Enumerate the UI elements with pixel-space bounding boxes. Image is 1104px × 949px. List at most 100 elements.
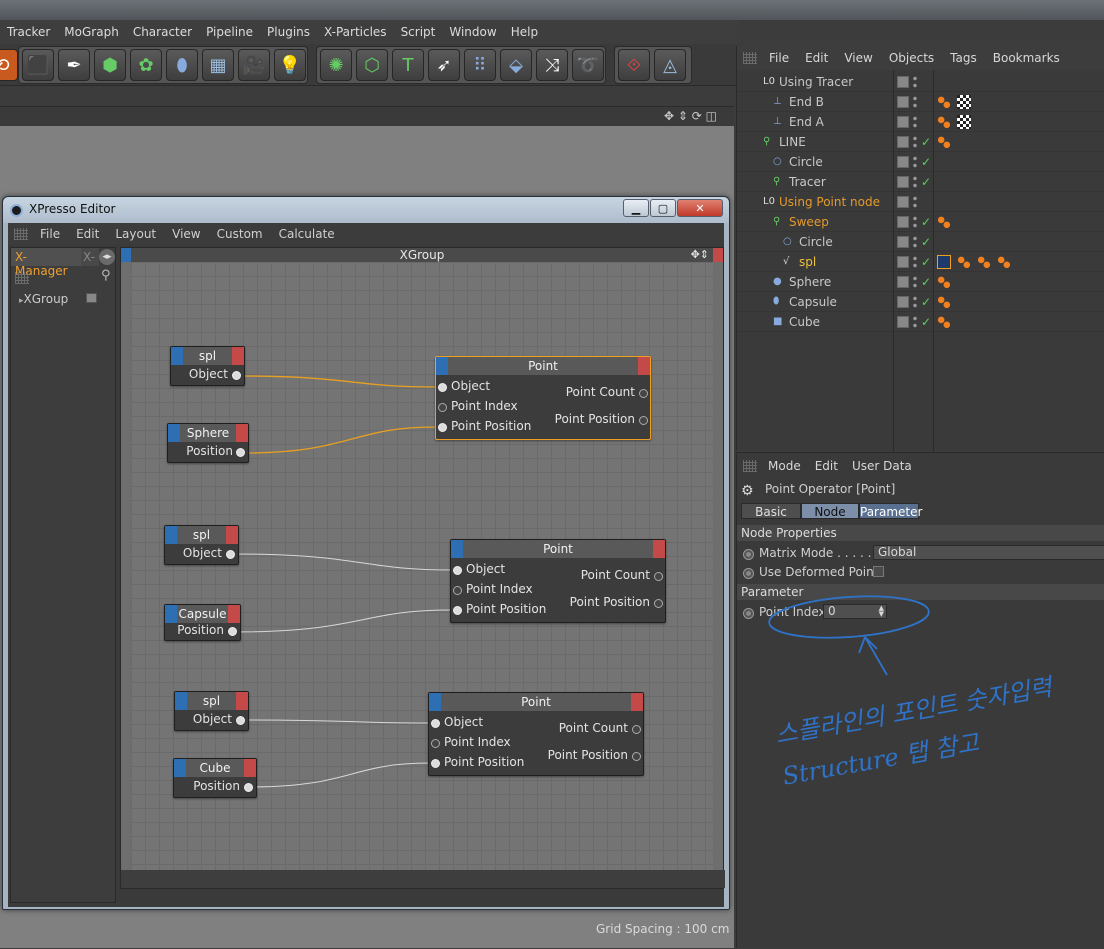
tab-x-manager[interactable]: X-Manager xyxy=(11,248,81,278)
visibility-icon[interactable] xyxy=(897,316,909,328)
enabled-check-icon[interactable]: ✓ xyxy=(921,312,931,332)
object-row[interactable]: ⚲ Sweep ✓ xyxy=(737,212,1104,232)
object-node-cube[interactable]: Cube Position xyxy=(173,758,257,798)
tag-icon[interactable] xyxy=(937,115,951,129)
close-button[interactable]: ✕ xyxy=(677,199,723,217)
text-icon[interactable]: T xyxy=(392,49,424,81)
visibility-icon[interactable] xyxy=(897,176,909,188)
tag-icon[interactable] xyxy=(977,255,991,269)
cloner-icon[interactable]: ✿ xyxy=(130,49,162,81)
object-row[interactable]: ⚲ LINE ✓ xyxy=(737,132,1104,152)
menu-item[interactable]: Layout xyxy=(107,227,164,241)
object-row[interactable]: ⚲ Tracer ✓ xyxy=(737,172,1104,192)
menu-item[interactable]: Script xyxy=(394,25,443,39)
port-in-dot[interactable] xyxy=(453,566,462,575)
object-row[interactable]: ○ Circle ✓ xyxy=(737,232,1104,252)
tag-icon[interactable] xyxy=(937,295,951,309)
visibility-icon[interactable] xyxy=(897,156,909,168)
port-out-dot[interactable] xyxy=(244,783,253,792)
menu-item[interactable]: Custom xyxy=(209,227,271,241)
minimize-button[interactable]: ▁ xyxy=(623,199,649,217)
port-out-dot[interactable] xyxy=(236,448,245,457)
undo-icon[interactable]: ⟲ xyxy=(0,49,18,81)
checker-icon[interactable] xyxy=(957,115,971,129)
menu-item[interactable]: Tracker xyxy=(0,25,57,39)
enabled-check-icon[interactable]: ✓ xyxy=(921,132,931,152)
render-dots-icon[interactable] xyxy=(913,75,917,89)
port-out-dot[interactable] xyxy=(236,716,245,725)
menu-item[interactable]: Pipeline xyxy=(199,25,260,39)
effector-icon[interactable]: ⬙ xyxy=(500,49,532,81)
render-dots-icon[interactable] xyxy=(913,255,917,269)
visibility-icon[interactable] xyxy=(897,276,909,288)
menu-item[interactable]: Edit xyxy=(68,227,107,241)
render-dots-icon[interactable] xyxy=(913,95,917,109)
enabled-check-icon[interactable]: ✓ xyxy=(921,212,931,232)
port-in-dot[interactable] xyxy=(431,719,440,728)
port-out-dot[interactable] xyxy=(228,627,237,636)
tag-icon[interactable] xyxy=(937,275,951,289)
port-in-dot[interactable] xyxy=(431,739,440,748)
visibility-icon[interactable] xyxy=(897,96,909,108)
tag-icon[interactable] xyxy=(937,315,951,329)
render-dots-icon[interactable] xyxy=(913,235,917,249)
enabled-check-icon[interactable]: ✓ xyxy=(921,232,931,252)
object-row[interactable]: ■ Cube ✓ xyxy=(737,312,1104,332)
menu-item[interactable]: File xyxy=(761,51,797,65)
checker-icon[interactable] xyxy=(957,95,971,109)
menu-item[interactable]: Calculate xyxy=(271,227,343,241)
menu-item[interactable]: X-Particles xyxy=(317,25,394,39)
menu-item[interactable]: Objects xyxy=(881,51,942,65)
render-dots-icon[interactable] xyxy=(913,195,917,209)
object-row[interactable]: L0 Using Tracer xyxy=(737,72,1104,92)
tag-icon[interactable] xyxy=(937,215,951,229)
floor-icon[interactable]: ▦ xyxy=(202,49,234,81)
menu-item[interactable]: File xyxy=(32,227,68,241)
hair-icon[interactable]: ➶ xyxy=(428,49,460,81)
visibility-icon[interactable] xyxy=(897,236,909,248)
spline-icon[interactable]: ➰ xyxy=(572,49,604,81)
xgroup-tree-item[interactable]: ▸XGroup xyxy=(19,292,98,306)
tab-x-pool[interactable]: X- xyxy=(81,248,99,266)
menu-item[interactable]: MoGraph xyxy=(57,25,126,39)
render-dots-icon[interactable] xyxy=(913,175,917,189)
tag-icon[interactable] xyxy=(997,255,1011,269)
object-node-sphere[interactable]: Sphere Position xyxy=(167,423,249,463)
scene-icon[interactable]: ◬ xyxy=(654,49,686,81)
viewport-nav-icon[interactable]: ✥ ⇕ ⟳ ◫ xyxy=(664,109,717,123)
menu-item[interactable]: View xyxy=(164,227,208,241)
visibility-icon[interactable] xyxy=(897,296,909,308)
port-in-dot[interactable] xyxy=(431,759,440,768)
menu-item[interactable]: Tags xyxy=(942,51,985,65)
render-dots-icon[interactable] xyxy=(913,115,917,129)
object-row[interactable]: ⊥ End B xyxy=(737,92,1104,112)
point-node-2[interactable]: Point Object Point Index Point Position … xyxy=(450,539,666,623)
menu-item[interactable]: Edit xyxy=(797,51,836,65)
enabled-check-icon[interactable]: ✓ xyxy=(921,292,931,312)
enabled-check-icon[interactable]: ✓ xyxy=(921,252,931,272)
random-icon[interactable]: ⤨ xyxy=(536,49,568,81)
subdivision-icon[interactable]: ⬢ xyxy=(94,49,126,81)
render-dots-icon[interactable] xyxy=(913,135,917,149)
menu-item[interactable]: Bookmarks xyxy=(985,51,1068,65)
port-out-dot[interactable] xyxy=(639,389,648,398)
tracer-icon[interactable]: ⠿ xyxy=(464,49,496,81)
menu-item[interactable]: View xyxy=(836,51,880,65)
render-dots-icon[interactable] xyxy=(913,155,917,169)
pen-icon[interactable]: ✒ xyxy=(58,49,90,81)
motext-icon[interactable]: ⬡ xyxy=(356,49,388,81)
xpresso-titlebar[interactable]: XPresso Editor ▁ ▢ ✕ xyxy=(3,197,729,223)
camera-icon[interactable]: 🎥 xyxy=(238,49,270,81)
enabled-check-icon[interactable]: ✓ xyxy=(921,272,931,292)
tag-icon[interactable] xyxy=(957,255,971,269)
menu-item[interactable]: Plugins xyxy=(260,25,317,39)
port-out-dot[interactable] xyxy=(632,725,641,734)
spline-tag-icon[interactable] xyxy=(937,255,951,269)
mograph-icon[interactable]: ✺ xyxy=(320,49,352,81)
port-out-dot[interactable] xyxy=(232,371,241,380)
visibility-icon[interactable] xyxy=(897,216,909,228)
port-out-dot[interactable] xyxy=(654,572,663,581)
port-out-dot[interactable] xyxy=(654,599,663,608)
tab-scroll-icon[interactable]: ◂▸ xyxy=(99,249,115,265)
object-row[interactable]: ● Sphere ✓ xyxy=(737,272,1104,292)
